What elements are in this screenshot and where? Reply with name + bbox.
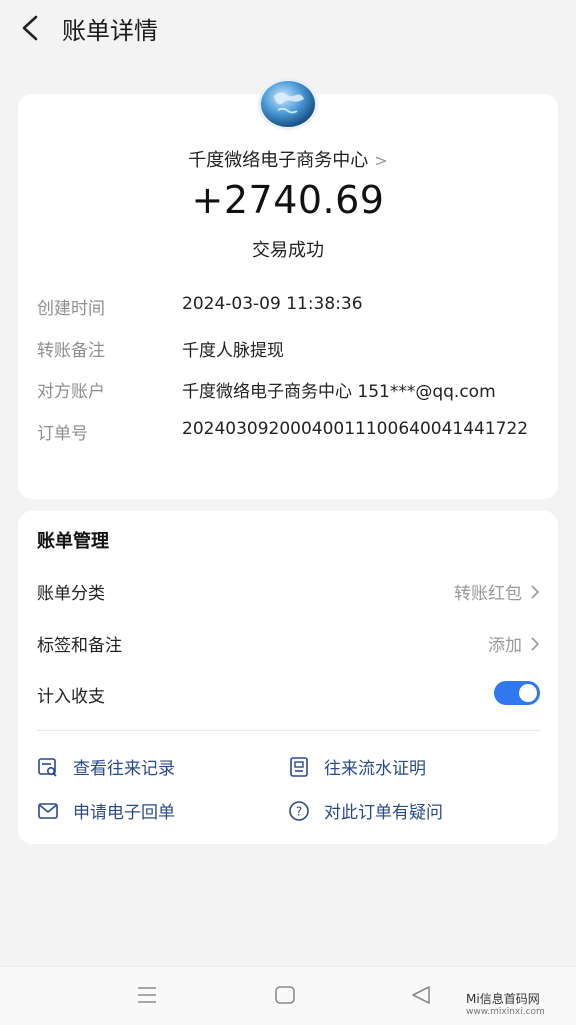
category-value: 转账红包 — [454, 584, 522, 604]
watermark: Mi信息首码网 www.mixinxi.com — [466, 993, 545, 1019]
chevron-right-icon — [531, 584, 540, 599]
menu-button[interactable] — [136, 985, 158, 1009]
watermark-line1: Mi信息首码网 — [466, 992, 540, 1006]
toggle-knob — [519, 684, 537, 702]
watermark-line2: www.mixinxi.com — [466, 1007, 545, 1017]
merchant-name-link[interactable]: 千度微络电子商务中心 > — [0, 146, 576, 172]
transaction-status: 交易成功 — [252, 240, 324, 261]
question-icon: ? — [289, 800, 309, 821]
svg-text:?: ? — [296, 804, 302, 818]
transfer-note-value: 千度人脉提现 — [182, 341, 284, 361]
order-number-value: 20240309200040011100640041441722 — [182, 419, 529, 439]
chevron-left-icon — [22, 15, 38, 41]
created-time-label: 创建时间 — [37, 299, 105, 319]
merchant-name: 千度微络电子商务中心 — [188, 150, 369, 171]
home-button[interactable] — [274, 985, 296, 1009]
triangle-back-icon — [412, 986, 430, 1004]
e-receipt-label: 申请电子回单 — [73, 803, 175, 823]
counterparty-value: 千度微络电子商务中心 151***@qq.com — [182, 382, 496, 402]
home-square-icon — [275, 986, 295, 1004]
chevron-right-icon: > — [374, 151, 388, 170]
bill-management-card — [18, 511, 558, 844]
e-receipt-link[interactable]: 申请电子回单 — [37, 798, 175, 823]
statement-proof-icon — [290, 756, 308, 777]
chevron-right-icon — [531, 636, 540, 651]
globe-logo-icon — [258, 78, 318, 130]
view-records-label: 查看往来记录 — [73, 759, 175, 779]
management-title: 账单管理 — [37, 531, 109, 552]
statement-proof-link[interactable]: 往来流水证明 — [288, 754, 426, 779]
created-time-value: 2024-03-09 11:38:36 — [182, 294, 363, 314]
system-nav-bar: Mi信息首码网 www.mixinxi.com — [0, 966, 576, 1025]
tags-row[interactable]: 添加 — [488, 631, 540, 656]
page-title: 账单详情 — [62, 17, 158, 45]
order-number-label: 订单号 — [37, 424, 88, 444]
mail-icon — [38, 802, 58, 819]
category-label: 账单分类 — [37, 584, 105, 604]
counterparty-label: 对方账户 — [37, 382, 105, 402]
divider — [37, 730, 540, 731]
tags-label: 标签和备注 — [37, 636, 122, 656]
view-records-link[interactable]: 查看往来记录 — [37, 754, 175, 779]
nav-back-button[interactable] — [410, 985, 432, 1009]
count-in-balance-toggle[interactable] — [494, 681, 540, 705]
transfer-note-label: 转账备注 — [37, 341, 105, 361]
order-question-link[interactable]: ? 对此订单有疑问 — [288, 798, 443, 823]
category-row[interactable]: 转账红包 — [454, 579, 540, 604]
tags-value: 添加 — [488, 636, 522, 656]
top-bar: 账单详情 — [0, 0, 576, 56]
order-question-label: 对此订单有疑问 — [324, 803, 443, 823]
count-in-balance-label: 计入收支 — [37, 687, 105, 707]
amount: +2740.69 — [191, 178, 385, 222]
statement-proof-label: 往来流水证明 — [324, 759, 426, 779]
records-search-icon — [38, 757, 57, 777]
back-button[interactable] — [16, 12, 46, 44]
merchant-logo — [256, 76, 320, 132]
menu-icon — [138, 987, 156, 1003]
